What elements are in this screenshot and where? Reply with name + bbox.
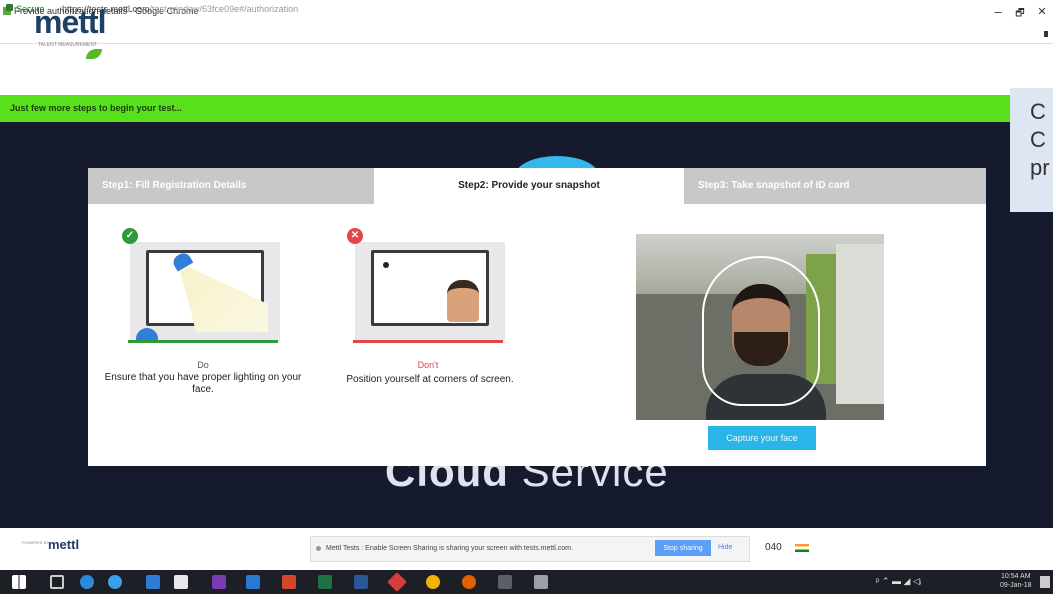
do-illustration: ✓ xyxy=(122,228,284,348)
do-label: Do xyxy=(197,360,209,370)
logo-tagline: TALENT MEASUREMENT xyxy=(38,42,97,48)
task-view-icon[interactable] xyxy=(50,575,64,589)
authorization-modal: Step1: Fill Registration Details Step2: … xyxy=(88,168,986,466)
dont-text: Position yourself at corners of screen. xyxy=(346,374,514,385)
clock-date: 09-Jan-18 xyxy=(1000,582,1032,589)
edge-icon[interactable] xyxy=(80,575,94,589)
ie-icon[interactable] xyxy=(108,575,122,589)
address-bar[interactable] xyxy=(0,26,1053,44)
media-icon[interactable] xyxy=(498,575,512,589)
webcam-dot-icon xyxy=(383,262,389,268)
side-slide-card: C C pr xyxy=(1010,88,1053,212)
side-card-line: C xyxy=(1030,127,1046,152)
side-card-line: pr xyxy=(1030,155,1050,180)
minimize-button[interactable]: – xyxy=(988,4,1008,19)
taskbar-clock[interactable]: 10:54 AM 09-Jan-18 xyxy=(1000,572,1032,590)
face-avatar-icon xyxy=(447,280,479,322)
dont-label: Don't xyxy=(417,360,439,370)
side-card-line: C xyxy=(1030,99,1046,124)
site-logo[interactable]: mettl xyxy=(34,4,106,41)
pen-icon[interactable] xyxy=(534,575,548,589)
system-tray[interactable]: ᵖ ⌃ ▬ ◢ ◁ᵢ xyxy=(876,576,921,587)
stop-sharing-button[interactable]: Stop sharing xyxy=(655,540,711,556)
tab-step3[interactable]: Step3: Take snapshot of ID card xyxy=(684,168,986,204)
firefox-icon[interactable] xyxy=(462,575,476,589)
site-header xyxy=(0,45,1053,95)
word-onenote-icon[interactable] xyxy=(212,575,226,589)
webcam-preview xyxy=(636,234,884,420)
powerpoint-icon[interactable] xyxy=(282,575,296,589)
footer-number: 040 xyxy=(765,542,782,553)
india-flag-icon xyxy=(795,544,809,552)
tab-step2[interactable]: Step2: Provide your snapshot xyxy=(374,168,684,204)
footer-logo: mettl xyxy=(48,537,80,552)
word-icon[interactable] xyxy=(354,575,368,589)
office-window xyxy=(836,244,884,404)
store-icon[interactable] xyxy=(146,575,160,589)
outlook-icon[interactable] xyxy=(246,575,260,589)
excel-icon[interactable] xyxy=(318,575,332,589)
cross-icon: ✕ xyxy=(347,228,363,244)
banner-text: Just few more steps to begin your test..… xyxy=(10,103,183,113)
do-text: Ensure that you have proper lighting on … xyxy=(104,372,302,395)
onenote-icon[interactable] xyxy=(174,575,188,589)
status-line xyxy=(128,340,278,343)
url-path: /test-window/63fce09e#/authorization xyxy=(149,4,299,14)
maximize-button[interactable]: 🗗 xyxy=(1010,6,1030,23)
menu-icon[interactable] xyxy=(1044,31,1048,37)
status-line xyxy=(353,340,503,343)
face-guide-outline xyxy=(702,256,820,406)
tab-step1[interactable]: Step1: Fill Registration Details xyxy=(88,168,374,204)
notification-icon[interactable] xyxy=(1040,576,1050,588)
share-notification-text: Mettl Tests : Enable Screen Sharing is s… xyxy=(326,545,573,552)
hide-link[interactable]: Hide xyxy=(718,544,732,551)
chrome-icon[interactable] xyxy=(426,575,440,589)
dont-illustration: ✕ xyxy=(347,228,509,348)
check-icon: ✓ xyxy=(122,228,138,244)
clock-time: 10:54 AM xyxy=(1000,573,1031,580)
share-indicator-icon xyxy=(316,546,321,551)
windows-start-icon[interactable] xyxy=(12,575,26,589)
close-button[interactable]: ✕ xyxy=(1032,5,1052,18)
lock-icon xyxy=(6,4,13,11)
capture-face-button[interactable]: Capture your face xyxy=(708,426,816,450)
powered-by-label: POWERED BY xyxy=(22,540,50,545)
